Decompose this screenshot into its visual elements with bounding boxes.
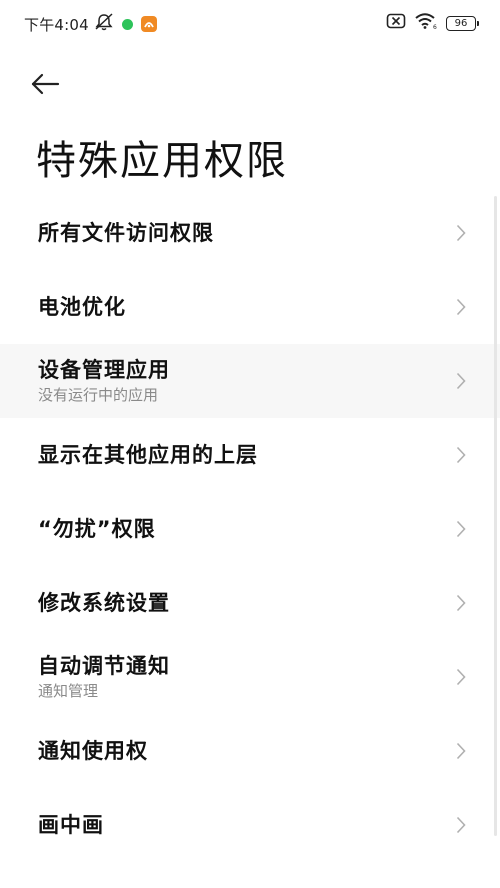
list-item-dnd-access[interactable]: “勿扰”权限: [0, 492, 500, 566]
chevron-right-icon: [456, 372, 466, 390]
mute-notification-icon: [94, 13, 114, 35]
list-item-picture-in-picture[interactable]: 画中画: [0, 788, 500, 862]
item-title: 通知使用权: [38, 739, 148, 763]
chevron-right-icon: [456, 224, 466, 242]
item-title: 所有文件访问权限: [38, 221, 214, 245]
chevron-right-icon: [456, 742, 466, 760]
list-item-all-files-access[interactable]: 所有文件访问权限: [0, 196, 500, 270]
svg-text:6: 6: [433, 24, 437, 30]
status-right-icons: 6 96: [386, 12, 479, 34]
list-item-device-admin-apps[interactable]: 设备管理应用 没有运行中的应用: [0, 344, 500, 418]
list-item-battery-optimization[interactable]: 电池优化: [0, 270, 500, 344]
status-bar: 下午4:04 6 96: [0, 0, 500, 46]
item-title: 电池优化: [38, 295, 126, 319]
chevron-right-icon: [456, 446, 466, 464]
item-subtitle: 通知管理: [38, 682, 99, 700]
item-title: 显示在其他应用的上层: [38, 443, 258, 467]
list-item-display-over-other-apps[interactable]: 显示在其他应用的上层: [0, 418, 500, 492]
item-subtitle: 没有运行中的应用: [38, 386, 159, 404]
back-button[interactable]: [30, 66, 78, 106]
list-item-notification-access[interactable]: 通知使用权: [0, 714, 500, 788]
chevron-right-icon: [456, 298, 466, 316]
item-title: 设备管理应用: [38, 358, 170, 382]
list-item-modify-system-settings[interactable]: 修改系统设置: [0, 566, 500, 640]
status-left-icons: [94, 13, 157, 35]
sim-disabled-icon: [386, 13, 406, 33]
scrollbar[interactable]: [494, 196, 497, 836]
item-title: 画中画: [38, 813, 104, 837]
settings-list: 所有文件访问权限 电池优化 设备管理应用 没有运行中的应用 显示在其他应用的上层…: [0, 196, 500, 862]
page-title: 特殊应用权限: [36, 138, 288, 184]
status-time: 下午4:04: [24, 16, 89, 34]
chevron-right-icon: [456, 594, 466, 612]
battery-icon: 96: [446, 15, 479, 31]
arrow-left-icon: [30, 73, 60, 99]
app-icon: [141, 16, 157, 32]
item-title: 自动调节通知: [38, 654, 170, 678]
chevron-right-icon: [456, 520, 466, 538]
chevron-right-icon: [456, 816, 466, 834]
item-title: “勿扰”权限: [38, 517, 156, 541]
chevron-right-icon: [456, 668, 466, 686]
green-dot-icon: [122, 18, 133, 30]
list-item-adaptive-notifications[interactable]: 自动调节通知 通知管理: [0, 640, 500, 714]
item-title: 修改系统设置: [38, 591, 170, 615]
wifi-icon: 6: [414, 12, 438, 34]
